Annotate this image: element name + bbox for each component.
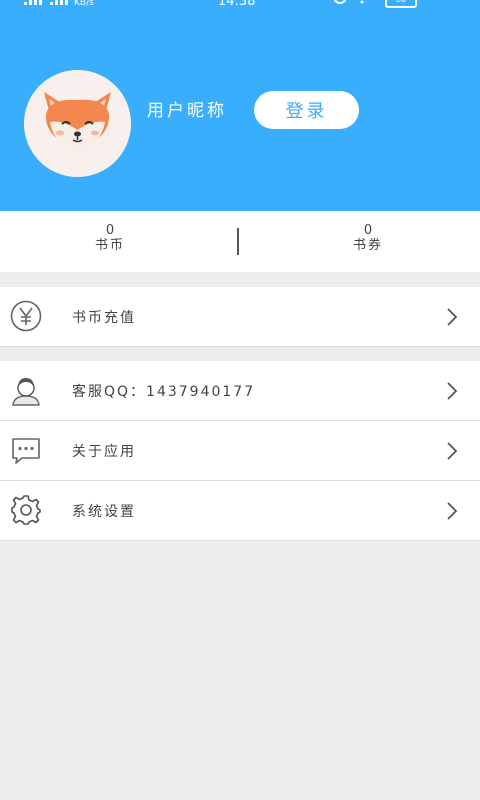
menu-item-recharge[interactable]: 书币充值 [0, 287, 480, 346]
gear-icon [11, 495, 41, 525]
book-vouchers-label: 书券 [352, 238, 383, 253]
signal-icon [24, 0, 68, 5]
menu-label-settings: 系统设置 [72, 504, 136, 520]
stats-divider [237, 228, 239, 255]
battery-level: 80 [396, 0, 406, 4]
book-coins-label: 书币 [94, 238, 125, 253]
menu-label-customer-service: 客服QQ：1437940177 [72, 384, 256, 400]
chevron-right-icon [447, 382, 458, 400]
book-coins-value: 0 [105, 223, 115, 238]
chevron-right-icon [447, 442, 458, 460]
alarm-wifi-icon [333, 0, 364, 4]
divider [0, 346, 480, 347]
status-bar: KB/s 14:38 80 [0, 0, 480, 14]
menu-label-recharge: 书币充值 [72, 310, 136, 326]
chevron-right-icon [447, 502, 458, 520]
network-speed: KB/s [74, 0, 94, 8]
book-vouchers-value: 0 [363, 223, 373, 238]
menu-item-customer-service[interactable]: 客服QQ：1437940177 [0, 361, 480, 420]
user-nickname: 用户昵称 [147, 101, 227, 121]
book-coins-stat[interactable]: 0 书币 [50, 223, 170, 253]
avatar[interactable] [24, 70, 131, 177]
menu-item-settings[interactable]: 系统设置 [0, 481, 480, 540]
menu-label-about: 关于应用 [72, 444, 136, 460]
chevron-right-icon [447, 308, 458, 326]
book-vouchers-stat[interactable]: 0 书券 [308, 223, 428, 253]
divider [0, 540, 480, 541]
balance-stats: 0 书币 0 书券 [0, 211, 480, 272]
status-time: 14:38 [218, 0, 256, 9]
customer-service-icon [12, 378, 40, 406]
menu-item-about[interactable]: 关于应用 [0, 421, 480, 480]
yen-icon [10, 300, 42, 332]
fox-avatar-icon [24, 70, 131, 177]
login-button[interactable]: 登录 [254, 91, 359, 129]
battery-icon: 80 [385, 0, 417, 8]
profile-header: KB/s 14:38 80 [0, 0, 480, 211]
message-icon [12, 438, 40, 464]
